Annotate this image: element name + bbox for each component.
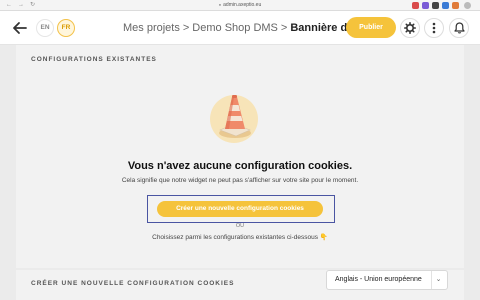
pointing-down-icon: 👇 [319, 234, 328, 241]
app-header: EN FR Mes projets > Demo Shop DMS > Bannière… [0, 11, 480, 45]
language-en-button[interactable]: EN [36, 19, 54, 37]
bell-icon [453, 22, 465, 34]
extension-icon[interactable] [422, 2, 429, 9]
breadcrumb-separator: > [182, 22, 190, 34]
gear-icon [404, 22, 416, 34]
extension-icon[interactable] [412, 2, 419, 9]
browser-url: admin.axeptio.eu [223, 2, 262, 8]
chevron-down-icon: ⌄ [431, 271, 445, 289]
new-configuration-panel: CRÉER UNE NOUVELLE CONFIGURATION COOKIES… [16, 270, 464, 300]
create-config-highlight: Créer une nouvelle configuration cookies [147, 195, 335, 223]
create-config-button[interactable]: Créer une nouvelle configuration cookies [157, 201, 323, 217]
breadcrumb-projects[interactable]: Mes projets [123, 22, 180, 34]
extension-icon[interactable] [432, 2, 439, 9]
browser-back-icon[interactable]: ← [6, 2, 12, 8]
more-vertical-icon [432, 22, 436, 34]
language-region-select[interactable]: Anglais - Union européenne ⌄ [326, 270, 448, 290]
section-title: CONFIGURATIONS EXISTANTES [31, 56, 157, 63]
breadcrumb-project[interactable]: Demo Shop DMS [192, 22, 278, 34]
lock-icon: ● [218, 2, 222, 7]
choose-existing-label: Choisissez parmi les configurations exis… [152, 234, 318, 241]
publish-button[interactable]: Publier [346, 17, 396, 38]
language-fr-button[interactable]: FR [57, 19, 75, 37]
browser-menu-icon[interactable] [464, 2, 471, 9]
browser-reload-icon[interactable]: ↻ [30, 2, 35, 8]
empty-state-title: Vous n'avez aucune configuration cookies… [127, 160, 353, 172]
language-region-value: Anglais - Union européenne [335, 276, 422, 283]
extension-icon[interactable] [442, 2, 449, 9]
settings-button[interactable] [400, 18, 420, 38]
extension-icon[interactable] [452, 2, 459, 9]
empty-state-description: Cela signifie que notre widget ne peut p… [121, 177, 359, 184]
browser-forward-icon[interactable]: → [18, 2, 24, 8]
browser-address-bar[interactable]: ● admin.axeptio.eu [160, 1, 320, 9]
notifications-button[interactable] [449, 18, 469, 38]
breadcrumb-separator: > [280, 22, 288, 34]
choose-existing-text: Choisissez parmi les configurations exis… [16, 233, 464, 241]
more-options-button[interactable] [424, 18, 444, 38]
or-separator: OU [235, 223, 245, 229]
traffic-cone-illustration [206, 89, 262, 145]
section-title: CRÉER UNE NOUVELLE CONFIGURATION COOKIES [31, 280, 235, 287]
browser-toolbar: ← → ↻ ● admin.axeptio.eu [0, 0, 480, 11]
existing-configurations-panel: CONFIGURATIONS EXISTANTES Vous n'avez au… [16, 45, 464, 268]
arrow-left-icon [13, 22, 27, 34]
back-button[interactable] [10, 19, 30, 37]
